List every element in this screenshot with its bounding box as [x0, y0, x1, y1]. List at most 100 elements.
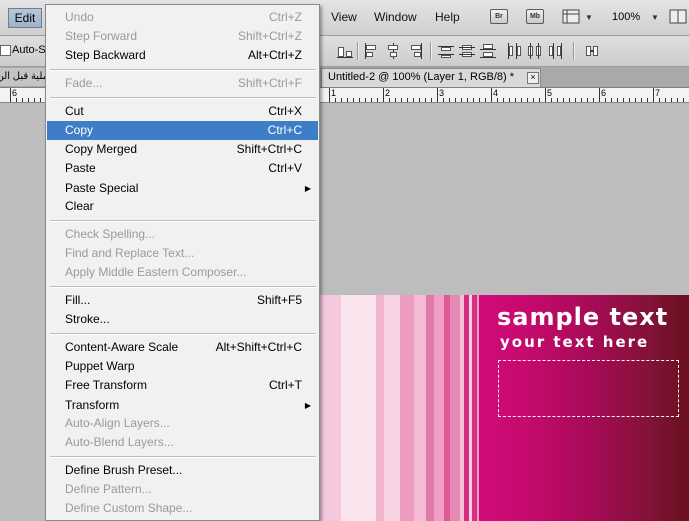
ruler-tick	[40, 98, 41, 102]
menu-item-free-transform[interactable]: Free Transform Ctrl+T	[47, 376, 318, 395]
close-icon[interactable]: ×	[527, 72, 539, 84]
menu-item-paste-special[interactable]: Paste Special ▶	[47, 179, 318, 198]
menu-item-step-backward[interactable]: Step Backward Alt+Ctrl+Z	[47, 46, 318, 65]
menu-item-define-pattern[interactable]: Define Pattern...	[47, 480, 318, 499]
chevron-down-icon[interactable]: ▼	[585, 13, 593, 22]
menu-item-transform[interactable]: Transform ▶	[47, 396, 318, 415]
align-horizontal-centers-icon[interactable]	[385, 43, 401, 59]
distribute-left-icon[interactable]	[506, 43, 522, 59]
ruler-tick	[359, 98, 360, 102]
menu-item-cut[interactable]: Cut Ctrl+X	[47, 102, 318, 121]
menu-item-auto-align-layers[interactable]: Auto-Align Layers...	[47, 414, 318, 433]
document-tab[interactable]: ملية قبل الن	[0, 68, 48, 86]
ruler-tick	[527, 98, 528, 102]
submenu-arrow-icon: ▶	[304, 184, 311, 193]
ruler-tick	[587, 98, 588, 102]
ruler-tick	[611, 98, 612, 102]
separator	[430, 42, 432, 60]
menu-item-stroke[interactable]: Stroke...	[47, 310, 318, 329]
zoom-level[interactable]: 100%	[612, 11, 640, 23]
menu-item-find-replace-text[interactable]: Find and Replace Text...	[47, 244, 318, 263]
ruler-tick	[377, 98, 378, 102]
menu-item-puppet-warp[interactable]: Puppet Warp	[47, 357, 318, 376]
ruler-label: 1	[331, 88, 337, 98]
menu-separator	[50, 220, 316, 222]
view-extras-icon[interactable]	[562, 9, 580, 24]
ruler-tick	[455, 98, 456, 102]
separator	[573, 42, 575, 60]
ruler-tick	[521, 98, 522, 102]
ruler-tick	[665, 98, 666, 102]
menu-help[interactable]: Help	[435, 10, 460, 24]
ruler-tick	[437, 88, 438, 102]
menu-item-step-forward[interactable]: Step Forward Shift+Ctrl+Z	[47, 27, 318, 46]
edit-menu-dropdown: Undo Ctrl+Z Step Forward Shift+Ctrl+Z Step…	[45, 4, 320, 521]
ruler-tick	[509, 98, 510, 102]
ruler-tick	[395, 98, 396, 102]
tab-title: Untitled-2 @ 100% (Layer 1, RGB/8) *	[328, 71, 515, 83]
ruler-tick	[479, 98, 480, 102]
auto-align-layers-icon[interactable]	[584, 43, 600, 59]
menu-item-paste[interactable]: Paste Ctrl+V	[47, 159, 318, 178]
menu-item-fill[interactable]: Fill... Shift+F5	[47, 291, 318, 310]
menu-item-define-brush-preset[interactable]: Define Brush Preset...	[47, 461, 318, 480]
ruler-tick	[593, 98, 594, 102]
menu-item-apply-middle-eastern-composer[interactable]: Apply Middle Eastern Composer...	[47, 263, 318, 282]
ruler-label: 7	[655, 88, 661, 98]
menu-item-undo[interactable]: Undo Ctrl+Z	[47, 8, 318, 27]
menu-edit[interactable]: Edit	[8, 8, 42, 28]
ruler-tick	[551, 98, 552, 102]
menu-separator	[50, 456, 316, 458]
menu-window[interactable]: Window	[374, 10, 417, 24]
distribute-vertical-centers-icon[interactable]	[459, 43, 475, 59]
align-bottom-icon[interactable]	[337, 43, 353, 59]
distribute-bottom-icon[interactable]	[480, 43, 496, 59]
menu-item-copy-merged[interactable]: Copy Merged Shift+Ctrl+C	[47, 140, 318, 159]
align-left-edges-icon[interactable]	[364, 43, 380, 59]
menu-view[interactable]: View	[331, 10, 357, 24]
banner-title: sample text	[497, 303, 669, 331]
ruler-tick	[335, 98, 336, 102]
menu-item-clear[interactable]: Clear	[47, 197, 318, 216]
document-canvas[interactable]: sample text your text here	[319, 295, 689, 521]
auto-select-label: Auto-S	[12, 44, 46, 56]
ruler-tick	[347, 98, 348, 102]
ruler-tick	[533, 98, 534, 102]
ruler-label: 2	[385, 88, 391, 98]
align-right-edges-icon[interactable]	[406, 43, 422, 59]
document-tab-active[interactable]: Untitled-2 @ 100% (Layer 1, RGB/8) * ×	[321, 68, 541, 87]
menu-item-define-custom-shape[interactable]: Define Custom Shape...	[47, 499, 318, 518]
distribute-right-icon[interactable]	[548, 43, 564, 59]
ruler-tick	[413, 98, 414, 102]
ruler-tick	[605, 98, 606, 102]
ruler-label: 3	[439, 88, 445, 98]
menu-item-check-spelling[interactable]: Check Spelling...	[47, 225, 318, 244]
ruler-tick	[599, 88, 600, 102]
ruler-tick	[641, 98, 642, 102]
submenu-arrow-icon: ▶	[304, 401, 311, 410]
bridge-icon[interactable]: Br	[490, 9, 508, 24]
arrange-documents-icon[interactable]	[669, 9, 687, 24]
ruler-tick	[341, 98, 342, 102]
menu-separator	[50, 286, 316, 288]
marquee-selection[interactable]	[498, 360, 679, 417]
ruler-tick	[419, 98, 420, 102]
ruler-tick	[473, 98, 474, 102]
ruler-tick	[491, 88, 492, 102]
ruler-tick	[401, 98, 402, 102]
distribute-top-icon[interactable]	[438, 43, 454, 59]
ruler-tick	[653, 88, 654, 102]
distribute-horizontal-centers-icon[interactable]	[527, 43, 543, 59]
chevron-down-icon[interactable]: ▼	[651, 13, 659, 22]
auto-select-checkbox[interactable]	[0, 45, 11, 56]
separator	[357, 42, 359, 60]
ruler-label: 5	[547, 88, 553, 98]
menu-item-auto-blend-layers[interactable]: Auto-Blend Layers...	[47, 433, 318, 452]
ruler-tick	[539, 98, 540, 102]
menu-item-copy[interactable]: Copy Ctrl+C	[47, 121, 318, 140]
menu-item-fade[interactable]: Fade... Shift+Ctrl+F	[47, 74, 318, 93]
horizontal-ruler: 12345678	[320, 88, 689, 103]
mini-bridge-icon[interactable]: Mb	[526, 9, 544, 24]
ruler-tick	[449, 98, 450, 102]
menu-item-content-aware-scale[interactable]: Content-Aware Scale Alt+Shift+Ctrl+C	[47, 338, 318, 357]
